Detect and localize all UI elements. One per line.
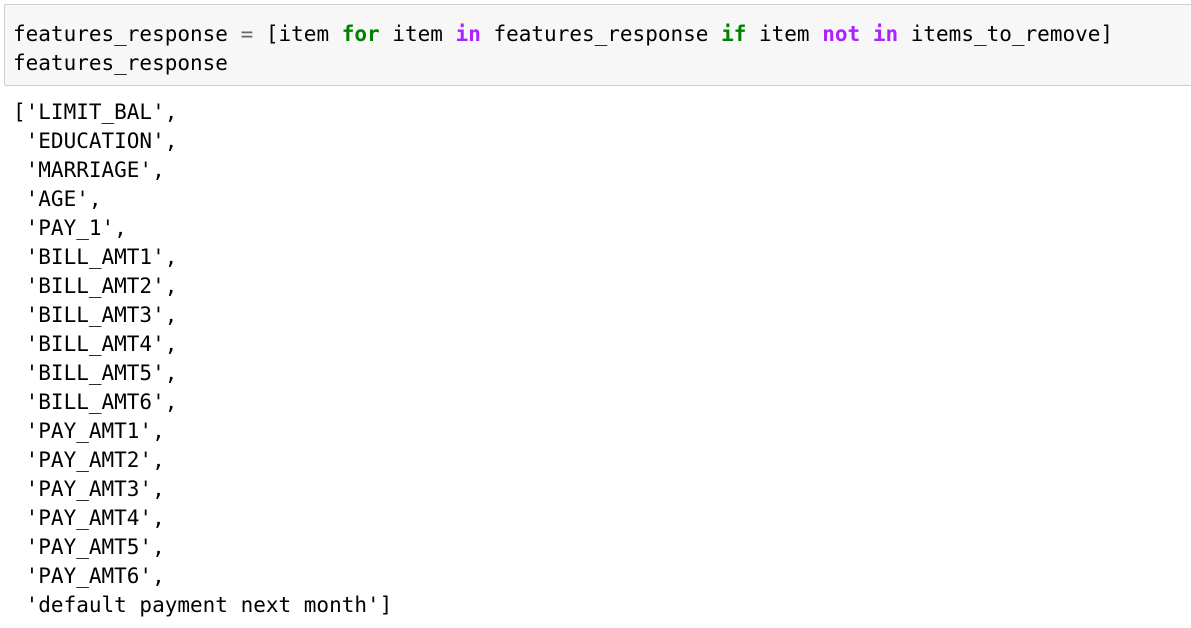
output-line: 'PAY_AMT1', — [13, 419, 165, 443]
assign-operator: = — [240, 22, 254, 46]
output-line: ['LIMIT_BAL', — [13, 100, 178, 124]
output-line: 'PAY_AMT5', — [13, 535, 165, 559]
output-line: 'BILL_AMT6', — [13, 390, 178, 414]
output-line: 'BILL_AMT2', — [13, 274, 178, 298]
keyword-in: in — [872, 22, 899, 46]
keyword-if: if — [721, 22, 747, 46]
output-line: 'PAY_AMT6', — [13, 564, 165, 588]
cell-output: ['LIMIT_BAL', 'EDUCATION', 'MARRIAGE', '… — [13, 98, 1183, 620]
code-token: features_response — [480, 22, 722, 46]
output-line: 'BILL_AMT1', — [13, 245, 178, 269]
code-token: items_to_remove] — [898, 22, 1114, 46]
code-token: [item — [253, 22, 342, 46]
output-line: 'BILL_AMT4', — [13, 332, 178, 356]
output-line: 'PAY_AMT3', — [13, 477, 165, 501]
code-input-cell[interactable]: features_response = [item for item in fe… — [4, 4, 1191, 86]
output-line: 'AGE', — [13, 187, 102, 211]
output-line: 'PAY_1', — [13, 216, 127, 240]
code-line-1: features_response = [item for item in fe… — [13, 20, 1191, 49]
keyword-not: not — [822, 22, 861, 46]
code-token: item — [379, 22, 456, 46]
code-token: features_response — [13, 22, 241, 46]
output-line: 'default payment next month'] — [13, 593, 393, 617]
keyword-for: for — [341, 22, 380, 46]
code-line-2: features_response — [13, 51, 228, 75]
code-token: item — [746, 22, 823, 46]
output-line: 'BILL_AMT5', — [13, 361, 178, 385]
output-line: 'MARRIAGE', — [13, 158, 165, 182]
output-line: 'PAY_AMT4', — [13, 506, 165, 530]
output-line: 'PAY_AMT2', — [13, 448, 165, 472]
output-line: 'EDUCATION', — [13, 129, 178, 153]
output-line: 'BILL_AMT3', — [13, 303, 178, 327]
keyword-in: in — [455, 22, 481, 46]
